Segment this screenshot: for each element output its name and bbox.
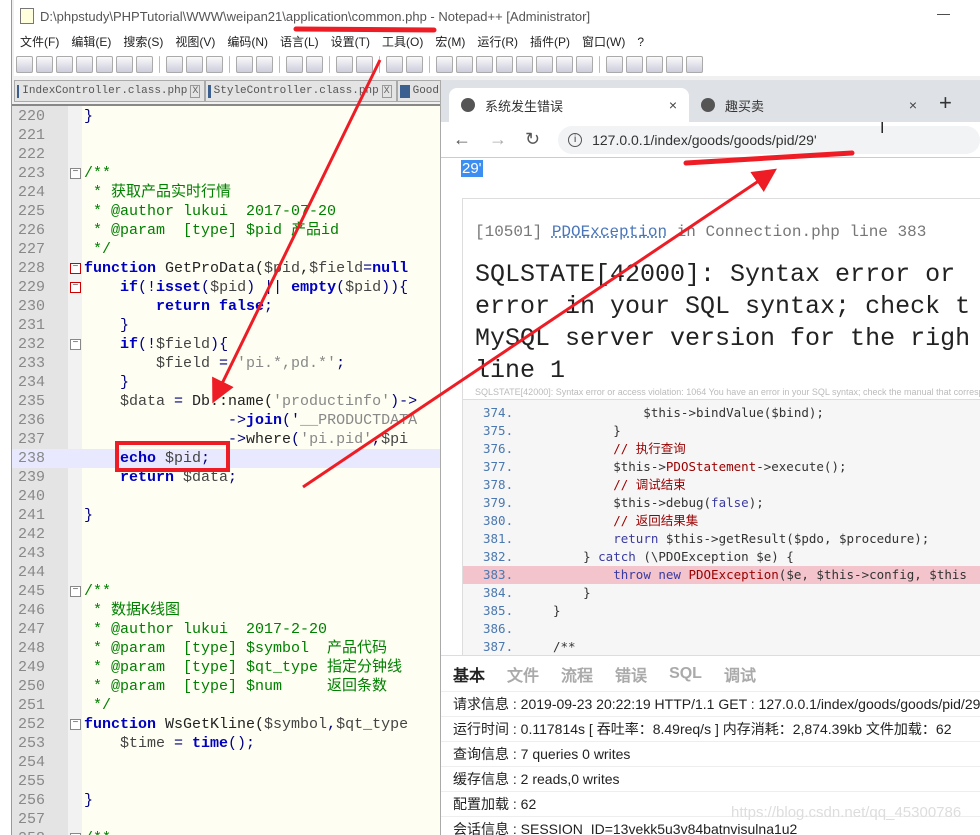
arrow-to-url bbox=[302, 168, 777, 489]
underline-url bbox=[683, 150, 855, 166]
highlight-box-echo bbox=[115, 441, 230, 472]
underline-filename bbox=[293, 26, 437, 33]
arrow-to-dbname bbox=[212, 59, 382, 404]
red-annotations bbox=[115, 26, 855, 489]
